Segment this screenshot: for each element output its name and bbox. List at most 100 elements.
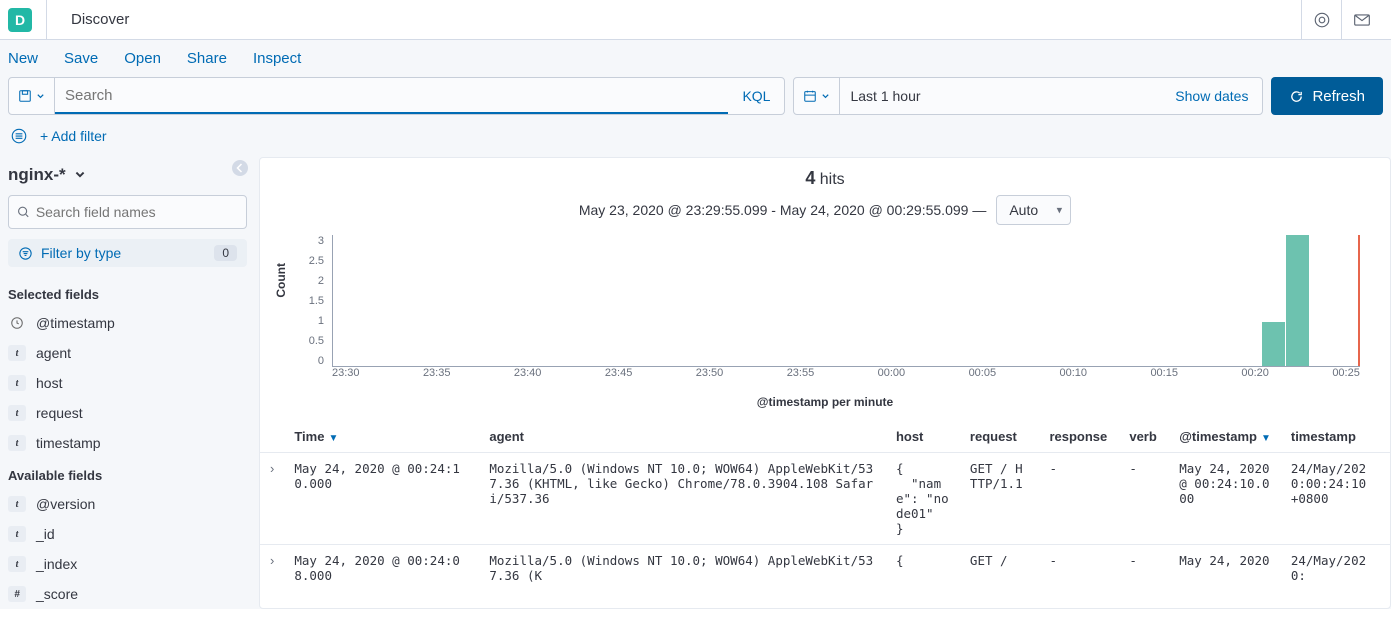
chart-y-label: Count [274,263,288,298]
chart-bar[interactable] [1262,322,1285,366]
field-name: agent [36,345,71,361]
cell-verb: - [1119,545,1169,592]
date-range-text[interactable]: Last 1 hour [840,78,1161,114]
col-verb[interactable]: verb [1119,421,1169,453]
filter-by-type[interactable]: Filter by type 0 [8,239,247,267]
index-pattern-name: nginx-* [8,165,66,185]
search-input[interactable] [65,87,718,104]
available-fields-list: t @version t_idt_index # _score [6,489,249,609]
hits-counter: 4 hits [260,158,1390,191]
chart-bar[interactable] [1286,235,1309,366]
selected-fields-header: Selected fields [6,277,249,308]
cell-timestamp: 24/May/2020:00:24:10 +0800 [1281,453,1390,545]
field-name: _id [36,526,55,542]
saved-query-button[interactable] [9,78,55,114]
documents-table: Time▼ agent host request response verb @… [260,421,1390,591]
field-search[interactable] [8,195,247,229]
filter-count-badge: 0 [214,245,237,261]
chevron-down-icon [74,169,86,181]
field-name: @timestamp [36,315,115,331]
cell-request: GET / HTTP/1.1 [960,453,1040,545]
col-timestamp-at[interactable]: @timestamp▼ [1169,421,1281,453]
cell-verb: - [1119,453,1169,545]
nav-new[interactable]: New [8,50,38,67]
field-item[interactable]: # _score [6,579,249,609]
interval-value: Auto [1009,202,1038,218]
chevron-down-icon: ▾ [1057,204,1063,217]
add-filter-button[interactable]: + Add filter [40,128,107,144]
nav-inspect[interactable]: Inspect [253,50,301,67]
field-name: timestamp [36,435,101,451]
cell-host: { "name": "node01" } [886,453,960,545]
calendar-button[interactable] [794,78,840,114]
field-name: _index [36,556,77,572]
cell-ts: May 24, 2020 [1169,545,1281,592]
app-badge[interactable]: D [8,8,32,32]
top-bar: D Discover [0,0,1391,40]
collapse-sidebar-icon[interactable] [231,159,249,177]
col-host[interactable]: host [886,421,960,453]
expand-row-icon[interactable]: › [260,545,284,592]
filter-options-icon[interactable] [8,125,30,147]
field-item[interactable]: thost [6,368,249,398]
content-panel: 4 hits May 23, 2020 @ 23:29:55.099 - May… [259,157,1391,609]
toolbar-nav: New Save Open Share Inspect [0,40,1391,77]
newsfeed-icon[interactable] [1301,0,1341,40]
text-field-icon: t [8,345,26,361]
clock-icon [8,315,26,331]
nav-save[interactable]: Save [64,50,98,67]
query-bar: KQL Last 1 hour Show dates Refresh [0,77,1391,121]
chart-x-label: @timestamp per minute [280,395,1370,415]
field-item[interactable]: t_id [6,519,249,549]
chart-y-axis: 32.521.510.50 [298,235,328,367]
nav-open[interactable]: Open [124,50,161,67]
chart-plot-area[interactable] [332,235,1360,367]
field-item[interactable]: t @version [6,489,249,519]
col-request[interactable]: request [960,421,1040,453]
chart-time-cursor [1358,235,1360,366]
cell-time: May 24, 2020 @ 00:24:08.000 [284,545,479,592]
sidebar: nginx-* Filter by type 0 Selected fields… [0,157,255,609]
index-pattern-selector[interactable]: nginx-* [6,161,249,195]
text-field-icon: t [8,496,26,512]
field-item[interactable]: t_index [6,549,249,579]
kql-toggle[interactable]: KQL [728,78,784,114]
field-name: @version [36,496,95,512]
field-name: _score [36,586,78,602]
interval-selector[interactable]: Auto ▾ [996,195,1071,225]
expand-row-icon[interactable]: › [260,453,284,545]
time-range-text: May 23, 2020 @ 23:29:55.099 - May 24, 20… [579,202,986,218]
mail-icon[interactable] [1341,0,1381,40]
search-group: KQL [8,77,785,115]
page-title: Discover [63,11,129,28]
field-item[interactable]: t timestamp [6,428,249,458]
hits-word: hits [820,171,845,188]
number-field-icon: # [8,586,26,602]
col-agent[interactable]: agent [479,421,886,453]
table-row[interactable]: ›May 24, 2020 @ 00:24:08.000Mozilla/5.0 … [260,545,1390,592]
refresh-button[interactable]: Refresh [1271,77,1383,115]
field-search-input[interactable] [36,204,238,220]
available-fields-header: Available fields [6,458,249,489]
hits-count: 4 [805,168,815,188]
table-row[interactable]: ›May 24, 2020 @ 00:24:10.000Mozilla/5.0 … [260,453,1390,545]
text-field-icon: t [8,435,26,451]
field-name: host [36,375,62,391]
col-timestamp[interactable]: timestamp [1281,421,1390,453]
col-response[interactable]: response [1039,421,1119,453]
cell-time: May 24, 2020 @ 00:24:10.000 [284,453,479,545]
date-picker: Last 1 hour Show dates [793,77,1263,115]
field-name: request [36,405,83,421]
field-item[interactable]: @timestamp [6,308,249,338]
nav-share[interactable]: Share [187,50,227,67]
search-input-wrap[interactable] [55,78,728,114]
field-item[interactable]: trequest [6,398,249,428]
histogram-chart[interactable]: Count 32.521.510.50 23:3023:3523:4023:45… [260,235,1390,415]
field-item[interactable]: tagent [6,338,249,368]
cell-ts: May 24, 2020 @ 00:24:10.000 [1169,453,1281,545]
show-dates-link[interactable]: Show dates [1161,78,1262,114]
chart-x-axis: 23:3023:3523:4023:4523:5023:5500:0000:05… [332,367,1360,385]
search-icon [17,205,30,219]
cell-host: { [886,545,960,592]
col-time[interactable]: Time▼ [284,421,479,453]
